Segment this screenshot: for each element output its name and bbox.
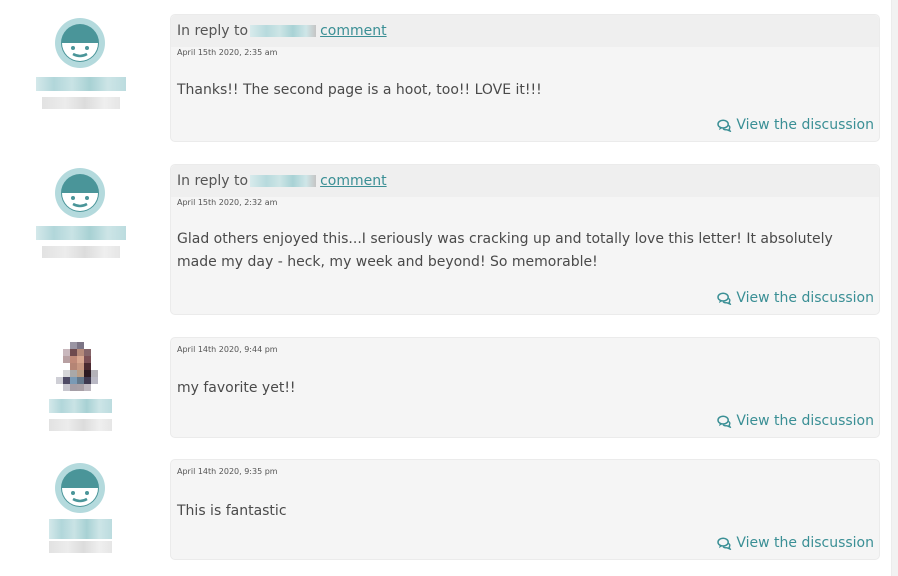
author-meta-redacted [42, 97, 120, 109]
comments-icon [717, 536, 732, 550]
view-discussion-label[interactable]: View the discussion [736, 117, 874, 133]
author-name-redacted[interactable] [49, 519, 112, 539]
view-discussion-link[interactable]: View the discussion [717, 413, 874, 429]
reply-comment-link[interactable]: comment [320, 23, 387, 39]
photo-avatar[interactable] [55, 342, 105, 392]
comments-icon [717, 414, 732, 428]
replied-user-redacted[interactable] [250, 175, 317, 187]
author-name-redacted[interactable] [36, 77, 126, 91]
comment-text: Thanks!! The second page is a hoot, too!… [177, 82, 542, 98]
default-avatar-icon[interactable] [55, 168, 105, 218]
comment-card: In reply to comment April 15th 2020, 2:3… [170, 14, 880, 142]
reply-prefix: In reply to [177, 23, 249, 39]
reply-comment-link[interactable]: comment [320, 173, 387, 189]
reply-header: In reply to comment [171, 15, 879, 47]
author-meta-redacted [49, 541, 112, 553]
default-avatar-icon[interactable] [55, 463, 105, 513]
comment-timestamp: April 15th 2020, 2:35 am [177, 48, 278, 57]
comment-timestamp: April 14th 2020, 9:44 pm [177, 345, 278, 354]
view-discussion-label[interactable]: View the discussion [736, 413, 874, 429]
reply-prefix: In reply to [177, 173, 249, 189]
comment-text: my favorite yet!! [177, 380, 296, 396]
reply-header: In reply to comment [171, 165, 879, 197]
comment-card: April 14th 2020, 9:35 pm This is fantast… [170, 459, 880, 560]
comments-page: In reply to comment April 15th 2020, 2:3… [0, 0, 898, 576]
author-name-redacted[interactable] [49, 399, 112, 413]
view-discussion-label[interactable]: View the discussion [736, 535, 874, 551]
view-discussion-link[interactable]: View the discussion [717, 290, 874, 306]
comment-text: Glad others enjoyed this...I seriously w… [177, 231, 833, 270]
author-name-redacted[interactable] [36, 226, 126, 240]
page-scroll-rail[interactable] [891, 0, 898, 576]
comment-card: In reply to comment April 15th 2020, 2:3… [170, 164, 880, 315]
comment-timestamp: April 15th 2020, 2:32 am [177, 198, 278, 207]
comment-text: This is fantastic [177, 503, 287, 519]
view-discussion-link[interactable]: View the discussion [717, 117, 874, 133]
comments-icon [717, 118, 732, 132]
view-discussion-label[interactable]: View the discussion [736, 290, 874, 306]
author-meta-redacted [49, 419, 112, 431]
replied-user-redacted[interactable] [250, 25, 317, 37]
comment-timestamp: April 14th 2020, 9:35 pm [177, 467, 278, 476]
comment-card: April 14th 2020, 9:44 pm my favorite yet… [170, 337, 880, 438]
default-avatar-icon[interactable] [55, 18, 105, 68]
comments-icon [717, 291, 732, 305]
view-discussion-link[interactable]: View the discussion [717, 535, 874, 551]
author-meta-redacted [42, 246, 120, 258]
